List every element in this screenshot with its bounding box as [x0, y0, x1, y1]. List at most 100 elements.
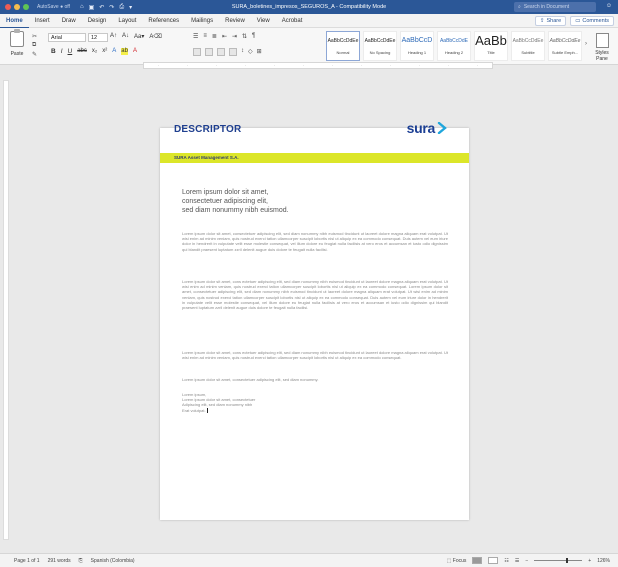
line-spacing-icon[interactable]: ↕	[241, 48, 244, 56]
ruler-tick: ·	[331, 64, 334, 68]
ruler-tick: ·	[186, 64, 189, 68]
tab-view[interactable]: View	[251, 14, 276, 28]
document-page[interactable]: DESCRIPTOR sura SURA Asset Management S.…	[160, 120, 469, 520]
style-name: No Spacing	[369, 50, 391, 55]
format-painter-icon[interactable]: ✎	[32, 51, 37, 58]
zoom-level[interactable]: 126%	[597, 558, 610, 564]
style-heading-2[interactable]: AaBbCcDdE Heading 2	[437, 31, 471, 61]
focus-label: Focus	[452, 557, 467, 564]
closing-line: Erat volutpat.	[182, 407, 206, 413]
undo-icon[interactable]: ↶	[99, 4, 104, 11]
zoom-in-icon[interactable]: +	[588, 558, 591, 564]
text-effects-icon[interactable]: A	[112, 48, 116, 55]
home-icon[interactable]: ⌂	[80, 4, 84, 11]
body-paragraph: Lorem ipsum dolor sit amet, cons ectetue…	[182, 279, 448, 311]
change-case-icon[interactable]: Aa▾	[134, 33, 144, 40]
chevron-down-icon[interactable]: ▾	[129, 4, 132, 11]
cut-icon[interactable]: ✂	[32, 33, 37, 40]
horizontal-ruler[interactable]: · · · · · · · · · · · ·	[143, 62, 493, 69]
style-heading-1[interactable]: AaBbCcD Heading 1	[400, 31, 434, 61]
align-right-icon[interactable]	[217, 48, 225, 56]
zoom-slider[interactable]	[534, 558, 583, 563]
font-size-select[interactable]: 12	[88, 33, 108, 42]
bold-icon[interactable]: B	[51, 48, 56, 55]
ruler-tick: ·	[418, 64, 421, 68]
ruler-ticks: · · · · · · · · · · · ·	[144, 64, 492, 68]
paste-button[interactable]: Paste	[5, 29, 29, 57]
style-preview: AaBbCcDdEe	[364, 38, 396, 44]
tab-home[interactable]: Home	[0, 14, 29, 28]
clear-formatting-icon[interactable]: A⌫	[149, 33, 162, 40]
font-color-icon[interactable]: A	[133, 48, 137, 55]
style-normal[interactable]: AaBbCcDdEe Normal	[326, 31, 360, 61]
outline-view-icon[interactable]: ☰	[515, 558, 519, 564]
web-layout-view-button[interactable]	[488, 557, 499, 564]
tab-review[interactable]: Review	[219, 14, 251, 28]
page-count[interactable]: Page 1 of 1	[14, 558, 40, 564]
tab-mailings[interactable]: Mailings	[185, 14, 219, 28]
italic-icon[interactable]: I	[61, 48, 63, 55]
ruler-tick: ·	[389, 64, 392, 68]
bullets-icon[interactable]: ☰	[193, 33, 198, 40]
highlight-icon[interactable]: ab	[121, 48, 128, 55]
search-field[interactable]: ⌕ Search in Document	[514, 2, 596, 12]
tab-design[interactable]: Design	[82, 14, 113, 28]
underline-icon[interactable]: U	[68, 48, 73, 55]
tab-references[interactable]: References	[142, 14, 185, 28]
ribbon-tabs: Home Insert Draw Design Layout Reference…	[0, 14, 618, 28]
align-left-icon[interactable]	[193, 48, 201, 56]
justify-icon[interactable]	[229, 48, 237, 56]
grow-font-icon[interactable]: A↑	[110, 33, 117, 40]
save-icon[interactable]: ▣	[89, 4, 95, 11]
search-icon: ⌕	[518, 4, 521, 10]
multilevel-list-icon[interactable]: ≣	[212, 33, 217, 40]
style-preview: AaBbCcDdEe	[327, 38, 359, 44]
style-preview: AaBbCcDdEe	[549, 38, 581, 44]
vertical-ruler[interactable]	[3, 80, 9, 540]
style-name: Subtitle	[521, 50, 535, 55]
focus-mode-button[interactable]: ⬚ Focus	[447, 558, 467, 564]
autosave-toggle[interactable]: AutoSave ● off	[37, 4, 70, 10]
subscript-icon[interactable]: x₂	[92, 48, 97, 55]
tab-draw[interactable]: Draw	[56, 14, 82, 28]
tab-insert[interactable]: Insert	[29, 14, 56, 28]
minimize-window-button[interactable]	[14, 4, 20, 10]
sort-icon[interactable]: ⇅	[242, 33, 247, 40]
share-button[interactable]: ⇪ Share	[534, 16, 567, 26]
chevron-right-icon[interactable]: ›	[585, 41, 587, 47]
read-mode-icon[interactable]: ☷	[504, 558, 508, 564]
proofing-icon[interactable]: ⎘	[79, 558, 83, 564]
print-layout-view-button[interactable]	[472, 557, 483, 564]
word-count[interactable]: 291 words	[48, 558, 71, 564]
tab-layout[interactable]: Layout	[112, 14, 142, 28]
shrink-font-icon[interactable]: A↓	[122, 33, 129, 40]
close-window-button[interactable]	[5, 4, 11, 10]
decrease-indent-icon[interactable]: ⇤	[222, 33, 227, 40]
numbering-icon[interactable]: ≡	[203, 33, 207, 40]
comments-button[interactable]: ▭ Comments	[570, 16, 614, 26]
align-center-icon[interactable]	[205, 48, 213, 56]
style-title[interactable]: AaBb Title	[474, 31, 508, 61]
zoom-window-button[interactable]	[23, 4, 29, 10]
style-no-spacing[interactable]: AaBbCcDdEe No Spacing	[363, 31, 397, 61]
language-indicator[interactable]: Spanish (Colombia)	[91, 558, 135, 564]
increase-indent-icon[interactable]: ⇥	[232, 33, 237, 40]
print-icon[interactable]: ⎙	[119, 4, 124, 11]
style-subtle-emphasis[interactable]: AaBbCcDdEe Subtle Emph...	[548, 31, 582, 61]
tab-acrobat[interactable]: Acrobat	[276, 14, 309, 28]
zoom-slider-thumb[interactable]	[566, 558, 569, 563]
font-name-select[interactable]: Arial	[48, 33, 86, 42]
shading-icon[interactable]: ◇	[248, 48, 253, 56]
show-marks-icon[interactable]: ¶	[252, 33, 255, 40]
style-name: Title	[487, 50, 495, 55]
borders-icon[interactable]: ⊞	[257, 48, 262, 56]
zoom-out-icon[interactable]: −	[525, 558, 528, 564]
strikethrough-icon[interactable]: abc	[77, 48, 87, 55]
copy-icon[interactable]: ⧉	[32, 42, 36, 49]
superscript-icon[interactable]: x²	[102, 48, 107, 55]
account-icon[interactable]: ☺	[606, 3, 612, 9]
comments-label: Comments	[582, 18, 609, 24]
style-subtitle[interactable]: AaBbCcDdEe Subtitle	[511, 31, 545, 61]
redo-icon[interactable]: ↷	[109, 4, 114, 11]
styles-pane-button[interactable]: Styles Pane	[590, 33, 614, 62]
